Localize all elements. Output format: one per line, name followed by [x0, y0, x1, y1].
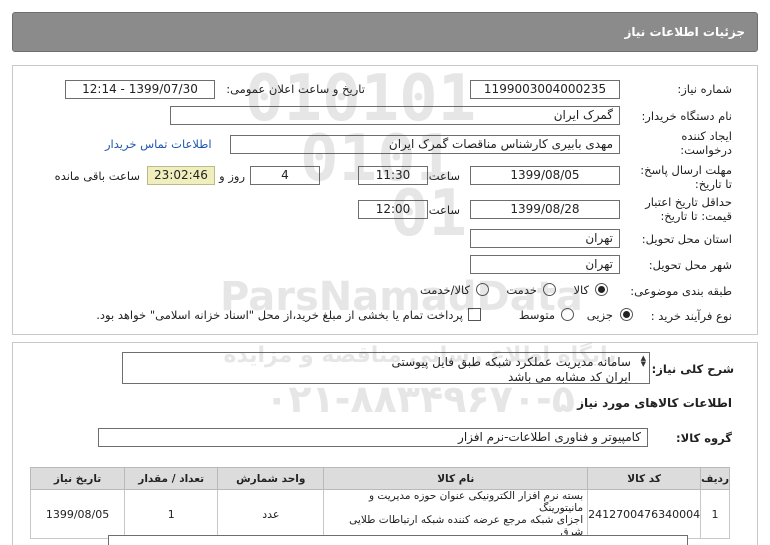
buyer-org-field: گمرک ایران — [170, 106, 620, 125]
goods-table: ردیف کد کالا نام کالا واحد شمارش تعداد /… — [29, 467, 730, 539]
reply-time-field: 11:30 — [358, 166, 428, 185]
treasury-payment-checkbox[interactable] — [468, 308, 481, 321]
need-description-field[interactable]: سامانه مدیریت عملکرد شبکه طبق فایل پیوست… — [122, 352, 650, 384]
need-number-label: شماره نیاز: — [677, 82, 732, 96]
creator-field: مهدی بابیری کارشناس مناقصات گمرک ایران — [230, 135, 620, 154]
category-label: طبقه بندی موضوعی: — [630, 284, 732, 298]
process-label: نوع فرآیند خرید : — [650, 309, 732, 323]
reply-deadline-label: مهلت ارسال پاسخ: — [640, 163, 732, 177]
page-header: جزئیات اطلاعات نیاز — [12, 12, 758, 52]
need-number-field: 1199003004000235 — [470, 80, 620, 99]
reply-deadline-label-2: تا تاریخ: — [694, 177, 732, 191]
validity-date-field: 1399/08/28 — [470, 200, 620, 219]
need-description-line1: سامانه مدیریت عملکرد شبکه طبق فایل پیوست… — [391, 355, 631, 369]
days-label: روز و — [219, 169, 245, 183]
need-description-label: شرح کلی نیاز: — [651, 362, 734, 376]
table-row: 1 2412700476340004 بسته نرم افزار الکترو… — [29, 489, 730, 539]
category-option-goods: کالا — [573, 283, 589, 297]
need-description-line2: ایران کد مشابه می باشد — [507, 370, 631, 384]
reply-date-field: 1399/08/05 — [470, 166, 620, 185]
city-field: تهران — [470, 255, 620, 274]
process-radio-minor[interactable] — [620, 308, 633, 321]
col-unit: واحد شمارش — [217, 467, 325, 490]
page-title: جزئیات اطلاعات نیاز — [624, 25, 745, 39]
city-label: شهر محل تحویل: — [648, 258, 732, 272]
col-qty: تعداد / مقدار — [124, 467, 219, 490]
validity-label-2: قیمت: تا تاریخ: — [660, 209, 732, 223]
treasury-payment-note: پرداخت تمام یا بخشی از مبلغ خرید،از محل … — [96, 308, 463, 322]
creator-label-2: درخواست: — [680, 143, 732, 157]
cell-date: 1399/08/05 — [29, 489, 126, 539]
province-label: استان محل تحویل: — [641, 232, 732, 246]
buyer-org-label: نام دستگاه خریدار: — [641, 109, 732, 123]
announce-datetime-label: تاریخ و ساعت اعلان عمومی: — [226, 82, 365, 96]
cell-index: 1 — [700, 489, 730, 539]
reply-time-label: ساعت — [428, 169, 460, 183]
province-field: تهران — [470, 229, 620, 248]
goods-section-title: اطلاعات کالاهای مورد نیاز — [577, 396, 732, 410]
scroll-arrows-icon[interactable]: ▲ ▼ — [641, 355, 646, 368]
goods-group-label: گروه کالا: — [676, 431, 732, 445]
remaining-time-field: 23:02:46 — [147, 166, 215, 185]
announce-datetime-field: 1399/07/30 - 12:14 — [65, 80, 215, 99]
second-description-field[interactable] — [108, 535, 688, 545]
goods-group-field: کامپیوتر و فناوری اطلاعات-نرم افزار — [98, 428, 648, 447]
creator-label: ایجاد کننده — [681, 129, 732, 143]
cell-unit: عدد — [217, 489, 325, 539]
buyer-contact-link[interactable]: اطلاعات تماس خریدار — [105, 137, 212, 151]
process-radio-medium[interactable] — [561, 308, 574, 321]
remaining-days-field: 4 — [250, 166, 320, 185]
validity-time-field: 12:00 — [358, 200, 428, 219]
category-radio-service[interactable] — [543, 283, 556, 296]
col-date: تاریخ نیاز — [29, 467, 126, 490]
category-radio-goods-service[interactable] — [476, 283, 489, 296]
goods-table-header: ردیف کد کالا نام کالا واحد شمارش تعداد /… — [29, 467, 730, 490]
cell-qty: 1 — [124, 489, 219, 539]
col-code: کد کالا — [587, 467, 702, 490]
category-option-service: خدمت — [506, 283, 537, 297]
cell-name-line1: بسته نرم افزار الکترونیکی عنوان حوزه مدی… — [369, 490, 584, 514]
process-option-medium: متوسط — [518, 308, 555, 322]
remaining-label: ساعت باقی مانده — [54, 169, 140, 183]
col-index: ردیف — [700, 467, 730, 490]
process-option-minor: جزیی — [586, 308, 613, 322]
category-option-goods-service: کالا/خدمت — [419, 283, 470, 297]
category-radio-goods[interactable] — [595, 283, 608, 296]
col-name: نام کالا — [323, 467, 589, 490]
cell-name: بسته نرم افزار الکترونیکی عنوان حوزه مدی… — [323, 489, 589, 539]
validity-label: حداقل تاریخ اعتبار — [645, 195, 732, 209]
cell-code: 2412700476340004 — [587, 489, 702, 539]
validity-time-label: ساعت — [428, 203, 460, 217]
